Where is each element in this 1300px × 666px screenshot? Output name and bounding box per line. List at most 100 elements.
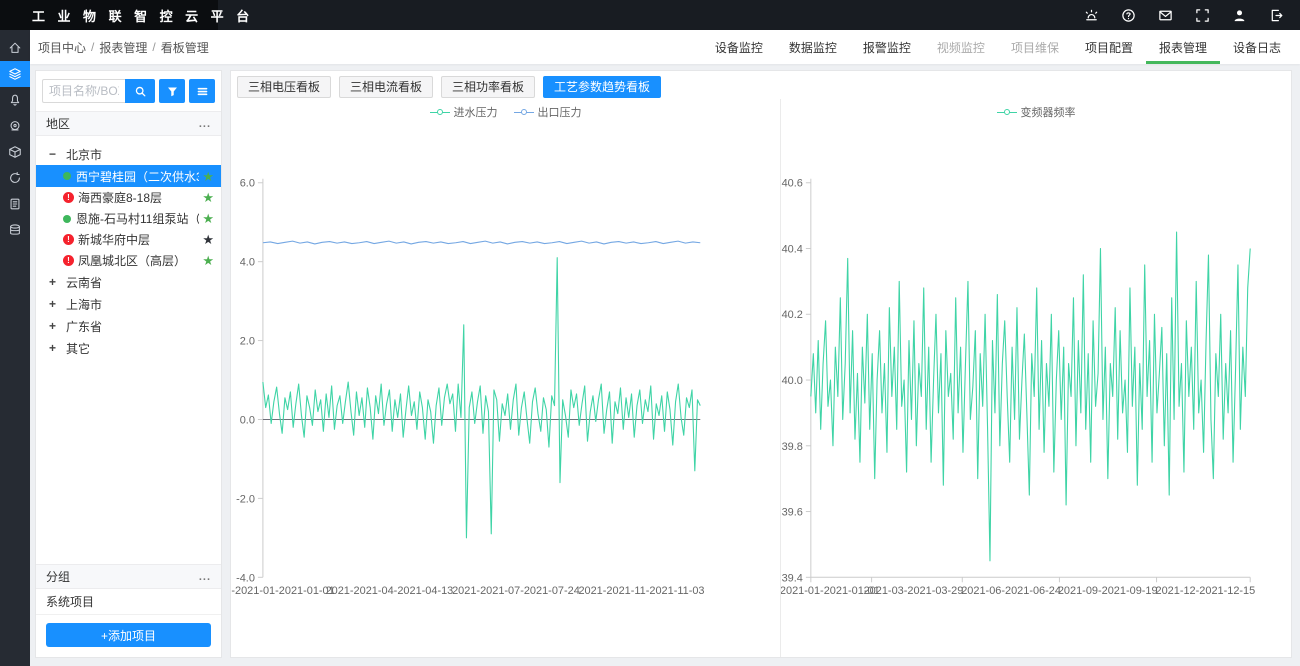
project-label: 凤凰城北区（高层）: [78, 252, 199, 269]
rail-home-icon[interactable]: [0, 35, 30, 61]
svg-text:2021-03-2021-03-29: 2021-03-2021-03-29: [864, 585, 964, 597]
breadcrumb-separator: /: [91, 40, 94, 54]
tree-project-xincheng[interactable]: ! 新城华府中层 ★: [36, 229, 221, 250]
svg-text:4.0: 4.0: [240, 257, 255, 269]
region-label: 北京市: [66, 146, 102, 163]
collapse-icon[interactable]: −: [49, 149, 59, 159]
list-view-button[interactable]: [189, 79, 215, 103]
svg-text:2021-2021-04-2021-04-13: 2021-2021-04-2021-04-13: [326, 585, 454, 597]
tree-region-beijing[interactable]: − 北京市: [36, 143, 221, 165]
svg-text:40.4: 40.4: [782, 244, 803, 256]
nav-project-config[interactable]: 项目配置: [1072, 30, 1146, 64]
rail-devices-icon[interactable]: [0, 139, 30, 165]
rail-logs-icon[interactable]: [0, 191, 30, 217]
legend-marker: [430, 109, 450, 116]
nav-video-monitor[interactable]: 视频监控: [924, 30, 998, 64]
fullscreen-icon[interactable]: [1194, 7, 1210, 23]
expand-icon[interactable]: +: [49, 343, 59, 353]
legend-item-outlet-pressure[interactable]: 出口压力: [514, 104, 582, 120]
rail-camera-icon[interactable]: [0, 113, 30, 139]
svg-text:-4.0: -4.0: [236, 572, 255, 584]
expand-icon[interactable]: +: [49, 299, 59, 309]
nav-report-mgmt[interactable]: 报表管理: [1146, 30, 1220, 64]
group-header-label: 分组: [46, 568, 70, 585]
nav-data-monitor[interactable]: 数据监控: [776, 30, 850, 64]
svg-text:39.6: 39.6: [782, 507, 803, 519]
tree-region-shanghai[interactable]: + 上海市: [36, 293, 221, 315]
vfd-frequency-chart: 40.640.440.240.039.839.639.42021-01-2021…: [781, 119, 1293, 657]
system-project-label: 系统项目: [46, 593, 94, 610]
user-icon[interactable]: [1231, 7, 1247, 23]
legend-item-inlet-pressure[interactable]: 进水压力: [430, 104, 498, 120]
nav-device-log[interactable]: 设备日志: [1220, 30, 1294, 64]
svg-text:-2.0: -2.0: [236, 493, 255, 505]
logout-icon[interactable]: [1268, 7, 1284, 23]
legend-item-vfd-frequency[interactable]: 变频器频率: [997, 104, 1076, 120]
breadcrumb-separator: /: [152, 40, 155, 54]
tree-region-other[interactable]: + 其它: [36, 337, 221, 359]
favorite-star-icon[interactable]: ★: [202, 233, 214, 246]
tree-project-fenghuang[interactable]: ! 凤凰城北区（高层） ★: [36, 250, 221, 271]
alarm-light-icon[interactable]: [1083, 7, 1099, 23]
svg-text:39.4: 39.4: [782, 572, 803, 584]
expand-icon[interactable]: +: [49, 277, 59, 287]
region-tree: − 北京市 西宁碧桂园（二次供水3泵） ★ ! 海西豪庭8-18层 ★: [36, 136, 221, 564]
tab-power-board[interactable]: 三相功率看板: [441, 76, 535, 98]
rail-sync-icon[interactable]: [0, 165, 30, 191]
search-input[interactable]: [42, 79, 125, 103]
svg-text:2021-2021-11-2021-11-03: 2021-2021-11-2021-11-03: [578, 585, 704, 597]
breadcrumb-item-project-center[interactable]: 项目中心: [38, 39, 86, 56]
breadcrumb-item-board-mgmt[interactable]: 看板管理: [161, 39, 209, 56]
tree-project-enshi[interactable]: 恩施-石马村11组泵站（二次 ★: [36, 208, 221, 229]
system-project-row[interactable]: 系统项目: [36, 589, 221, 615]
tree-region-guangdong[interactable]: + 广东省: [36, 315, 221, 337]
favorite-star-icon[interactable]: ★: [202, 191, 214, 204]
svg-text:6.0: 6.0: [240, 178, 255, 190]
rail-data-icon[interactable]: [0, 217, 30, 243]
tree-region-yunnan[interactable]: + 云南省: [36, 271, 221, 293]
tree-project-xining[interactable]: 西宁碧桂园（二次供水3泵） ★: [36, 165, 221, 187]
svg-text:2021-12-2021-12-15: 2021-12-2021-12-15: [1156, 585, 1256, 597]
frequency-chart-legend: 变频器频率: [781, 99, 1291, 119]
favorite-star-icon[interactable]: ★: [202, 254, 214, 267]
search-button[interactable]: [125, 79, 155, 103]
svg-text:2.0: 2.0: [240, 336, 255, 348]
svg-text:39.8: 39.8: [782, 441, 803, 453]
group-more-button[interactable]: ...: [199, 571, 211, 583]
legend-marker: [997, 109, 1017, 116]
favorite-star-icon[interactable]: ★: [202, 212, 214, 225]
region-section-header: 地区 ...: [36, 111, 221, 136]
expand-icon[interactable]: +: [49, 321, 59, 331]
legend-label: 变频器频率: [1021, 104, 1076, 120]
nav-alarm-monitor[interactable]: 报警监控: [850, 30, 924, 64]
project-label: 恩施-石马村11组泵站（二次: [76, 210, 199, 227]
legend-label: 出口压力: [538, 104, 582, 120]
add-project-button[interactable]: +添加项目: [46, 623, 211, 647]
nav-device-monitor[interactable]: 设备监控: [702, 30, 776, 64]
project-label: 西宁碧桂园（二次供水3泵）: [76, 168, 199, 185]
region-header-label: 地区: [46, 115, 70, 132]
tab-process-trend-board[interactable]: 工艺参数趋势看板: [543, 76, 661, 98]
svg-text:2021-2021-07-2021-07-24: 2021-2021-07-2021-07-24: [452, 585, 580, 597]
breadcrumb-item-report-mgmt[interactable]: 报表管理: [99, 39, 147, 56]
board-tabs: 三相电压看板 三相电流看板 三相功率看板 工艺参数趋势看板: [231, 71, 1291, 99]
svg-text:40.6: 40.6: [782, 178, 803, 190]
online-status-icon: [63, 215, 71, 223]
rail-alerts-icon[interactable]: [0, 87, 30, 113]
help-icon[interactable]: [1120, 7, 1136, 23]
alarm-status-icon: !: [63, 234, 74, 245]
group-section-header: 分组 ...: [36, 564, 221, 589]
rail-boards-icon[interactable]: [0, 61, 30, 87]
favorite-star-icon[interactable]: ★: [202, 170, 214, 183]
tree-project-haixi[interactable]: ! 海西豪庭8-18层 ★: [36, 187, 221, 208]
nav-project-maintenance[interactable]: 项目维保: [998, 30, 1072, 64]
mail-icon[interactable]: [1157, 7, 1173, 23]
svg-text:2021-09-2021-09-19: 2021-09-2021-09-19: [1058, 585, 1158, 597]
filter-button[interactable]: [159, 79, 185, 103]
tab-current-board[interactable]: 三相电流看板: [339, 76, 433, 98]
logo-block: 工 业 物 联 智 控 云 平 台: [0, 0, 218, 30]
tab-voltage-board[interactable]: 三相电压看板: [237, 76, 331, 98]
left-rail: [0, 30, 30, 666]
region-more-button[interactable]: ...: [199, 118, 211, 130]
project-label: 新城华府中层: [78, 231, 199, 248]
